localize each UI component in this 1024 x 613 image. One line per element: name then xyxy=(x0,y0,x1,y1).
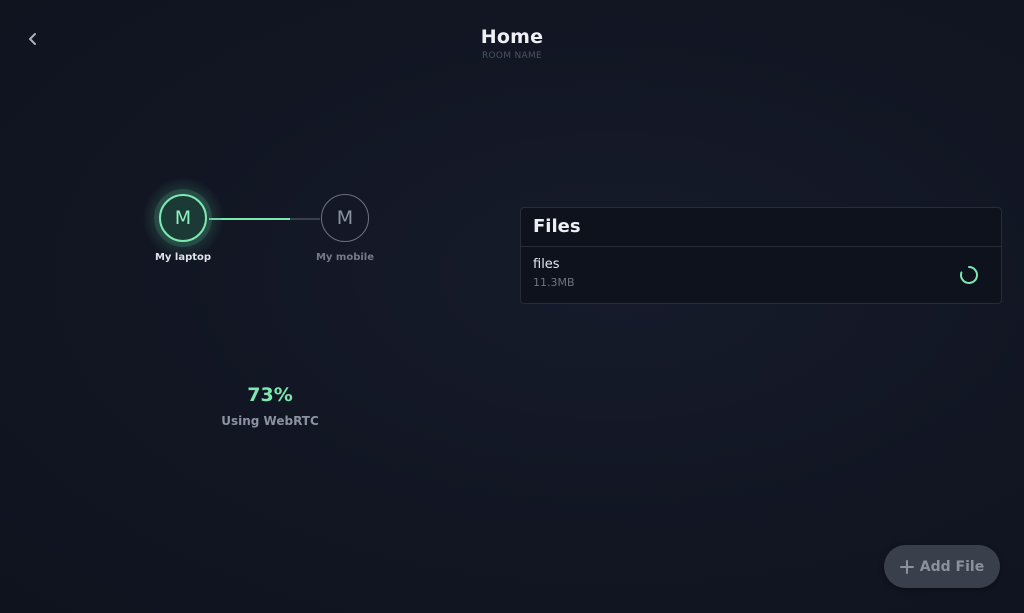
connection-progress-bar xyxy=(209,218,320,220)
peer-label: My laptop xyxy=(154,252,212,263)
page-title: Home xyxy=(480,26,544,48)
files-panel-title: Files xyxy=(521,208,1001,247)
file-name: files xyxy=(533,257,560,272)
progress-percent: 73% xyxy=(247,384,293,406)
transfer-status: 73% Using WebRTC xyxy=(170,383,370,428)
peer-avatar: M xyxy=(159,194,207,242)
peer-self: M My laptop xyxy=(143,178,223,263)
peer-label: My mobile xyxy=(315,252,375,263)
file-size: 11.3MB xyxy=(533,276,575,289)
file-row[interactable]: files 11.3MB xyxy=(521,247,1001,303)
page-header: Home ROOM NAME xyxy=(0,26,1024,62)
app-root: Home ROOM NAME M My laptop M My mobile 7… xyxy=(0,0,1024,613)
plus-icon xyxy=(899,559,914,574)
peer-remote[interactable]: M My mobile xyxy=(305,194,385,263)
add-file-button[interactable]: Add File xyxy=(884,545,1000,588)
add-file-label: Add File xyxy=(919,558,985,575)
transport-label: Using WebRTC xyxy=(221,414,319,428)
files-panel: Files files 11.3MB xyxy=(520,207,1002,304)
room-name: ROOM NAME xyxy=(481,51,543,61)
loading-spinner-icon xyxy=(960,266,978,284)
peer-avatar: M xyxy=(321,194,369,242)
